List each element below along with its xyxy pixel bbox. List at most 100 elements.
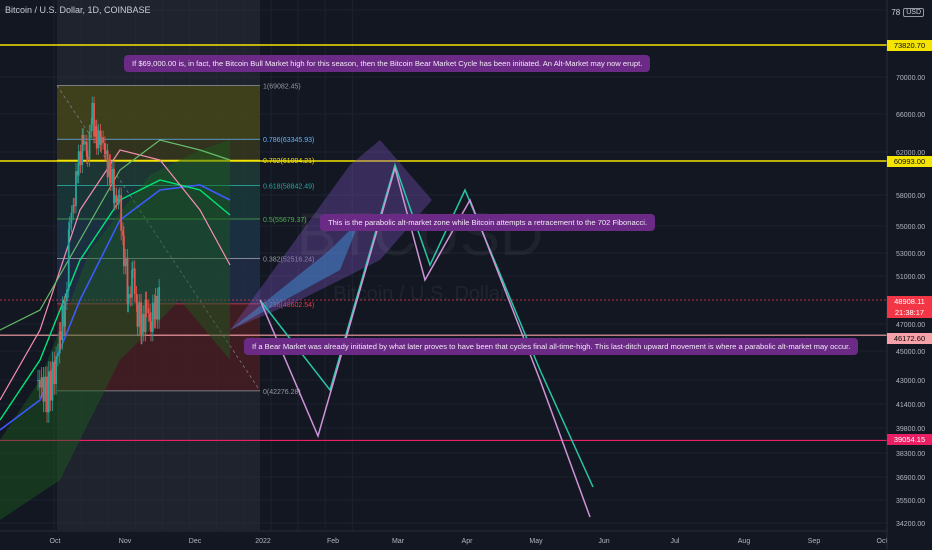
price-axis-label: 39800.00 <box>896 426 925 433</box>
candle-body <box>124 257 127 267</box>
annotation-alt-zone[interactable]: This is the parabolic alt-market zone wh… <box>320 214 656 231</box>
currency-selector[interactable]: 78 USD <box>891 8 924 17</box>
candle-body <box>109 160 112 184</box>
time-axis-label: 2022 <box>255 538 271 545</box>
candle-body <box>138 302 141 327</box>
candle-body <box>64 301 67 327</box>
time-axis-label: Jun <box>598 538 609 545</box>
fib-label-0.702: 0.702(61094.21) <box>263 158 314 165</box>
candle-body <box>111 168 114 184</box>
fib-label-0.618: 0.618(58842.49) <box>263 183 314 190</box>
candle-body <box>150 321 152 332</box>
symbol-title: Bitcoin / U.S. Dollar, 1D, COINBASE <box>5 5 151 15</box>
candle-body <box>49 371 52 401</box>
candle-body <box>156 295 159 320</box>
candle-body <box>59 331 62 341</box>
candle-body <box>151 302 154 332</box>
candle-body <box>102 137 104 144</box>
time-axis-label: Aug <box>738 538 751 545</box>
candle-body <box>47 371 50 413</box>
price-tag-39054: 39054.15 <box>887 434 932 445</box>
candle-body <box>68 223 71 230</box>
price-axis-label: 58000.00 <box>896 193 925 200</box>
candle-body <box>120 195 123 231</box>
candle-body <box>37 380 39 381</box>
price-axis-label: 70000.00 <box>896 75 925 82</box>
candle-body <box>136 303 139 327</box>
candle-body <box>53 361 56 385</box>
candle-body <box>88 131 91 160</box>
candle-body <box>158 287 161 320</box>
price-axis-label: 35500.00 <box>896 498 925 505</box>
price-tag-46172: 46172.60 <box>887 333 932 344</box>
candle-body <box>46 376 48 413</box>
candle-body <box>133 268 136 294</box>
price-axis-label: 47000.00 <box>896 322 925 329</box>
time-axis-label: Jul <box>671 538 680 545</box>
candle-body <box>127 294 130 304</box>
candle-body <box>132 268 134 271</box>
candle-body <box>122 235 125 267</box>
price-tag-countdown: 21:38:17 <box>887 307 932 318</box>
candle-body <box>51 361 54 401</box>
time-axis-label: Sep <box>808 538 821 545</box>
time-axis-label: Oct <box>50 538 61 545</box>
candle-body <box>44 376 47 402</box>
candle-body <box>95 126 98 149</box>
price-axis-label: 53000.00 <box>896 251 925 258</box>
candle-body <box>61 304 64 341</box>
candle-body <box>38 380 41 388</box>
candle-body <box>86 157 89 160</box>
candle-body <box>42 377 45 402</box>
price-axis-label: 43000.00 <box>896 378 925 385</box>
candle-body <box>147 308 150 314</box>
candle-body <box>115 195 118 203</box>
candle-body <box>84 141 86 145</box>
candle-body <box>106 150 109 178</box>
fib-label-0: 0(42276.28) <box>263 389 301 396</box>
annotation-bear-market[interactable]: If a Bear Market was already initiated b… <box>244 338 859 355</box>
fib-label-1: 1(69082.45) <box>263 83 301 90</box>
candle-body <box>66 289 68 302</box>
time-axis-label: Apr <box>462 538 474 545</box>
candle-body <box>91 102 94 125</box>
candle-body <box>104 150 107 155</box>
candle-body <box>73 205 76 207</box>
candle-body <box>118 195 121 198</box>
currency-top-value: 78 <box>891 8 901 17</box>
candle-body <box>100 137 103 145</box>
price-axis-label: 55000.00 <box>896 224 925 231</box>
candle-body <box>75 171 77 207</box>
candle-body <box>113 195 116 204</box>
time-axis-label: Nov <box>119 538 132 545</box>
price-axis-label: 51000.00 <box>896 274 925 281</box>
currency-label[interactable]: USD <box>903 8 924 17</box>
price-axis-label: 34200.00 <box>896 521 925 528</box>
candle-body <box>142 314 145 333</box>
candle-body <box>82 134 85 145</box>
candle-body <box>77 151 80 176</box>
price-axis-label: 45000.00 <box>896 349 925 356</box>
candle-body <box>141 314 143 335</box>
candle-body <box>40 377 43 388</box>
watermark-symbol: BTCUSD <box>297 201 544 268</box>
candle-body <box>154 295 157 320</box>
candle-body <box>70 212 73 224</box>
time-axis-label: May <box>529 538 543 545</box>
candle-body <box>55 356 57 385</box>
time-axis-label: Feb <box>327 538 339 545</box>
time-axis-label: Mar <box>392 538 405 545</box>
price-axis-label: 66000.00 <box>896 112 925 119</box>
candle-body <box>79 151 82 166</box>
candle-body <box>129 294 132 298</box>
fib-label-0.786: 0.786(63345.93) <box>263 137 314 144</box>
price-axis-label: 36900.00 <box>896 475 925 482</box>
price-chart[interactable]: 1(69082.45) 0.786(63345.93) 0.702(61094.21… <box>0 0 932 550</box>
chart-stage[interactable]: 1(69082.45) 0.786(63345.93) 0.702(61094.21… <box>0 0 932 550</box>
watermark-name: Bitcoin / U.S. Dollar <box>333 283 507 305</box>
candle-body <box>93 102 95 137</box>
candle-body <box>56 353 59 357</box>
price-axis-label: 38300.00 <box>896 451 925 458</box>
annotation-bull-high[interactable]: If $69,000.00 is, in fact, the Bitcoin B… <box>124 55 651 72</box>
time-axis-label: Oct <box>877 538 888 545</box>
